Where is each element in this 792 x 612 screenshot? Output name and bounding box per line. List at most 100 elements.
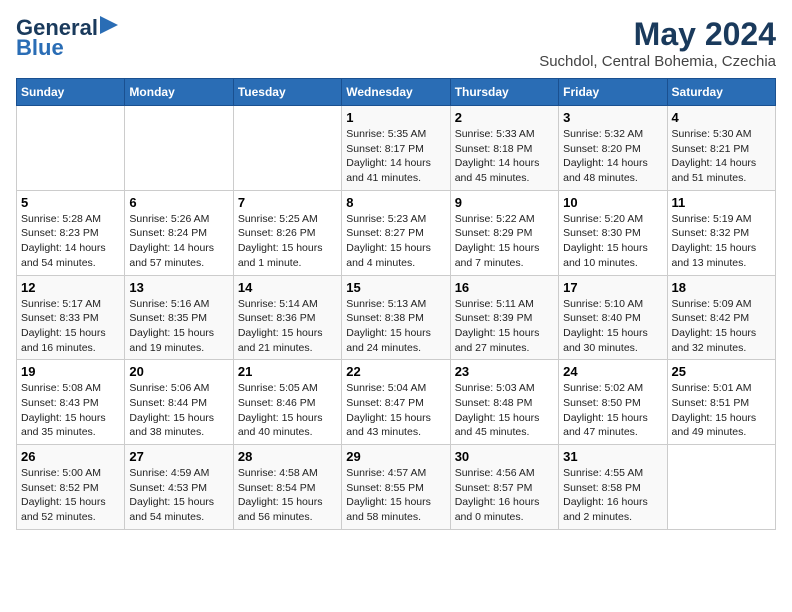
calendar-day-cell: 3 Sunrise: 5:32 AM Sunset: 8:20 PM Daylig… [559, 106, 667, 191]
calendar-day-cell: 30 Sunrise: 4:56 AM Sunset: 8:57 PM Dayli… [450, 445, 558, 530]
calendar-day-header: Saturday [667, 79, 775, 106]
calendar-day-cell: 24 Sunrise: 5:02 AM Sunset: 8:50 PM Dayli… [559, 360, 667, 445]
day-number: 13 [129, 280, 228, 295]
calendar-day-cell [125, 106, 233, 191]
day-detail: Sunrise: 5:30 AM Sunset: 8:21 PM Dayligh… [672, 127, 771, 186]
calendar-day-cell: 21 Sunrise: 5:05 AM Sunset: 8:46 PM Dayli… [233, 360, 341, 445]
day-number: 10 [563, 195, 662, 210]
day-detail: Sunrise: 5:11 AM Sunset: 8:39 PM Dayligh… [455, 297, 554, 356]
calendar-day-cell: 5 Sunrise: 5:28 AM Sunset: 8:23 PM Daylig… [17, 190, 125, 275]
logo-blue: Blue [16, 36, 64, 60]
day-number: 24 [563, 364, 662, 379]
calendar-day-cell: 7 Sunrise: 5:25 AM Sunset: 8:26 PM Daylig… [233, 190, 341, 275]
day-detail: Sunrise: 5:23 AM Sunset: 8:27 PM Dayligh… [346, 212, 445, 271]
calendar-day-header: Thursday [450, 79, 558, 106]
page-title: May 2024 [539, 16, 776, 53]
calendar-day-cell: 31Sunrise: 4:55 AM Sunset: 8:58 PM Dayli… [559, 445, 667, 530]
day-detail: Sunrise: 5:05 AM Sunset: 8:46 PM Dayligh… [238, 381, 337, 440]
calendar-day-cell: 25 Sunrise: 5:01 AM Sunset: 8:51 PM Dayli… [667, 360, 775, 445]
calendar-day-cell: 22 Sunrise: 5:04 AM Sunset: 8:47 PM Dayli… [342, 360, 450, 445]
calendar-day-cell: 19 Sunrise: 5:08 AM Sunset: 8:43 PM Dayli… [17, 360, 125, 445]
day-detail: Sunrise: 5:32 AM Sunset: 8:20 PM Dayligh… [563, 127, 662, 186]
calendar-day-cell: 9 Sunrise: 5:22 AM Sunset: 8:29 PM Daylig… [450, 190, 558, 275]
day-number: 5 [21, 195, 120, 210]
logo-arrow-icon [100, 16, 118, 34]
calendar-day-cell: 16 Sunrise: 5:11 AM Sunset: 8:39 PM Dayli… [450, 275, 558, 360]
day-number: 25 [672, 364, 771, 379]
logo: General Blue [16, 16, 118, 60]
day-number: 2 [455, 110, 554, 125]
day-number: 28 [238, 449, 337, 464]
calendar-day-header: Tuesday [233, 79, 341, 106]
day-number: 21 [238, 364, 337, 379]
calendar-day-cell: 11 Sunrise: 5:19 AM Sunset: 8:32 PM Dayli… [667, 190, 775, 275]
day-detail: Sunrise: 5:00 AM Sunset: 8:52 PM Dayligh… [21, 466, 120, 525]
day-detail: Sunrise: 5:35 AM Sunset: 8:17 PM Dayligh… [346, 127, 445, 186]
day-detail: Sunrise: 4:59 AM Sunset: 4:53 PM Dayligh… [129, 466, 228, 525]
day-number: 7 [238, 195, 337, 210]
day-detail: Sunrise: 5:03 AM Sunset: 8:48 PM Dayligh… [455, 381, 554, 440]
day-detail: Sunrise: 5:16 AM Sunset: 8:35 PM Dayligh… [129, 297, 228, 356]
calendar-day-cell: 4Sunrise: 5:30 AM Sunset: 8:21 PM Daylig… [667, 106, 775, 191]
day-detail: Sunrise: 4:58 AM Sunset: 8:54 PM Dayligh… [238, 466, 337, 525]
day-detail: Sunrise: 5:26 AM Sunset: 8:24 PM Dayligh… [129, 212, 228, 271]
day-number: 11 [672, 195, 771, 210]
day-number: 31 [563, 449, 662, 464]
day-detail: Sunrise: 5:28 AM Sunset: 8:23 PM Dayligh… [21, 212, 120, 271]
calendar-week-row: 19 Sunrise: 5:08 AM Sunset: 8:43 PM Dayli… [17, 360, 776, 445]
calendar-day-header: Friday [559, 79, 667, 106]
day-number: 12 [21, 280, 120, 295]
day-number: 26 [21, 449, 120, 464]
day-number: 18 [672, 280, 771, 295]
calendar-day-cell: 26 Sunrise: 5:00 AM Sunset: 8:52 PM Dayli… [17, 445, 125, 530]
day-detail: Sunrise: 5:14 AM Sunset: 8:36 PM Dayligh… [238, 297, 337, 356]
day-detail: Sunrise: 5:19 AM Sunset: 8:32 PM Dayligh… [672, 212, 771, 271]
day-detail: Sunrise: 5:25 AM Sunset: 8:26 PM Dayligh… [238, 212, 337, 271]
day-detail: Sunrise: 5:33 AM Sunset: 8:18 PM Dayligh… [455, 127, 554, 186]
day-detail: Sunrise: 5:10 AM Sunset: 8:40 PM Dayligh… [563, 297, 662, 356]
calendar-day-cell: 6 Sunrise: 5:26 AM Sunset: 8:24 PM Daylig… [125, 190, 233, 275]
page-header: General Blue May 2024 Suchdol, Central B… [16, 16, 776, 70]
calendar-day-cell: 12Sunrise: 5:17 AM Sunset: 8:33 PM Dayli… [17, 275, 125, 360]
day-number: 22 [346, 364, 445, 379]
day-detail: Sunrise: 4:57 AM Sunset: 8:55 PM Dayligh… [346, 466, 445, 525]
calendar-day-cell: 18Sunrise: 5:09 AM Sunset: 8:42 PM Dayli… [667, 275, 775, 360]
day-detail: Sunrise: 5:08 AM Sunset: 8:43 PM Dayligh… [21, 381, 120, 440]
day-detail: Sunrise: 5:22 AM Sunset: 8:29 PM Dayligh… [455, 212, 554, 271]
day-number: 6 [129, 195, 228, 210]
day-number: 16 [455, 280, 554, 295]
calendar-day-cell [17, 106, 125, 191]
day-detail: Sunrise: 4:56 AM Sunset: 8:57 PM Dayligh… [455, 466, 554, 525]
day-number: 23 [455, 364, 554, 379]
calendar-day-header: Wednesday [342, 79, 450, 106]
day-number: 30 [455, 449, 554, 464]
calendar-day-cell: 10 Sunrise: 5:20 AM Sunset: 8:30 PM Dayli… [559, 190, 667, 275]
calendar-week-row: 26 Sunrise: 5:00 AM Sunset: 8:52 PM Dayli… [17, 445, 776, 530]
day-detail: Sunrise: 5:04 AM Sunset: 8:47 PM Dayligh… [346, 381, 445, 440]
day-number: 14 [238, 280, 337, 295]
calendar-day-cell [667, 445, 775, 530]
calendar-table: SundayMondayTuesdayWednesdayThursdayFrid… [16, 78, 776, 530]
calendar-day-cell: 13 Sunrise: 5:16 AM Sunset: 8:35 PM Dayli… [125, 275, 233, 360]
title-block: May 2024 Suchdol, Central Bohemia, Czech… [539, 16, 776, 70]
day-number: 29 [346, 449, 445, 464]
day-detail: Sunrise: 5:13 AM Sunset: 8:38 PM Dayligh… [346, 297, 445, 356]
calendar-day-cell [233, 106, 341, 191]
day-number: 19 [21, 364, 120, 379]
day-detail: Sunrise: 5:02 AM Sunset: 8:50 PM Dayligh… [563, 381, 662, 440]
calendar-body: 1Sunrise: 5:35 AM Sunset: 8:17 PM Daylig… [17, 106, 776, 530]
calendar-week-row: 5 Sunrise: 5:28 AM Sunset: 8:23 PM Daylig… [17, 190, 776, 275]
day-detail: Sunrise: 5:06 AM Sunset: 8:44 PM Dayligh… [129, 381, 228, 440]
day-detail: Sunrise: 5:01 AM Sunset: 8:51 PM Dayligh… [672, 381, 771, 440]
day-number: 3 [563, 110, 662, 125]
day-detail: Sunrise: 5:20 AM Sunset: 8:30 PM Dayligh… [563, 212, 662, 271]
calendar-day-cell: 28 Sunrise: 4:58 AM Sunset: 8:54 PM Dayli… [233, 445, 341, 530]
day-number: 17 [563, 280, 662, 295]
calendar-day-cell: 15Sunrise: 5:13 AM Sunset: 8:38 PM Dayli… [342, 275, 450, 360]
calendar-week-row: 1Sunrise: 5:35 AM Sunset: 8:17 PM Daylig… [17, 106, 776, 191]
day-number: 9 [455, 195, 554, 210]
calendar-day-header: Sunday [17, 79, 125, 106]
calendar-week-row: 12Sunrise: 5:17 AM Sunset: 8:33 PM Dayli… [17, 275, 776, 360]
calendar-day-cell: 14 Sunrise: 5:14 AM Sunset: 8:36 PM Dayli… [233, 275, 341, 360]
calendar-day-cell: 23 Sunrise: 5:03 AM Sunset: 8:48 PM Dayli… [450, 360, 558, 445]
